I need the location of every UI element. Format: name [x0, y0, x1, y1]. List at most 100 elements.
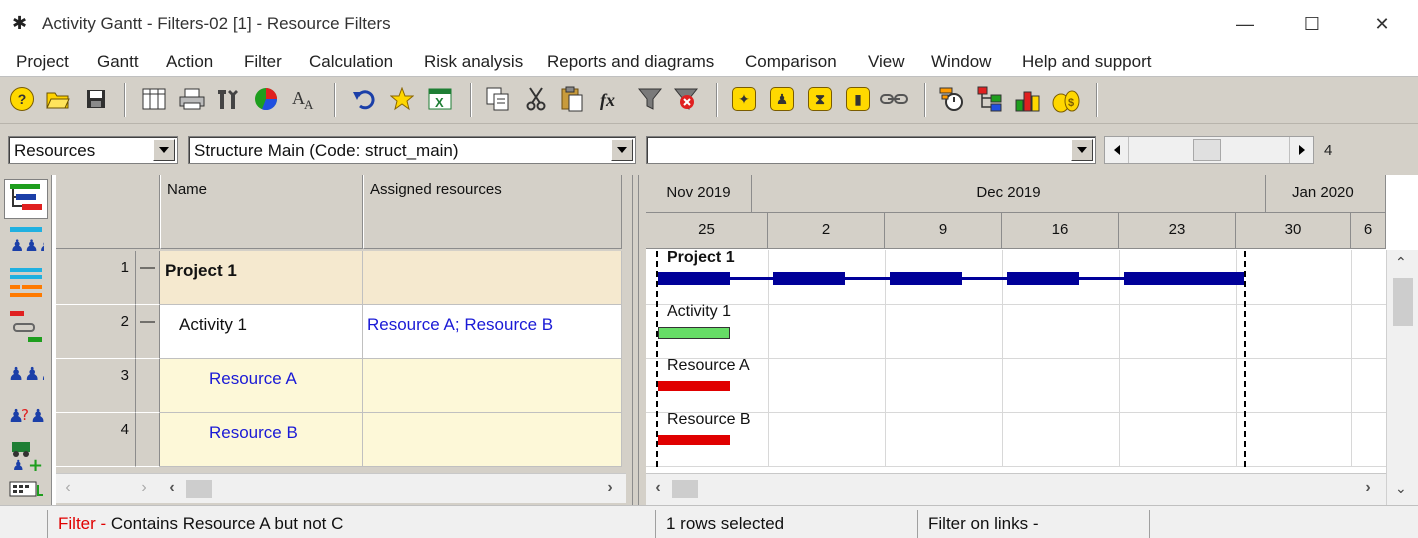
- resource-gantt-icon[interactable]: [4, 263, 48, 303]
- tools-icon[interactable]: [214, 85, 242, 113]
- zoom-right-arrow[interactable]: [1289, 137, 1313, 163]
- row-number[interactable]: 2: [56, 305, 136, 359]
- save-icon[interactable]: [82, 85, 110, 113]
- hierarchy-icon[interactable]: [976, 85, 1004, 113]
- view-select[interactable]: Resources: [8, 136, 178, 164]
- formula-icon[interactable]: fx: [596, 85, 624, 113]
- menu-filter[interactable]: Filter: [244, 52, 282, 72]
- scroll-right-arrow-icon[interactable]: ›: [134, 479, 154, 497]
- gantt-bar-label: Activity 1: [667, 303, 732, 320]
- vertical-scrollbar[interactable]: ⌃ ⌄: [1386, 250, 1418, 505]
- chevron-down-icon[interactable]: [153, 139, 175, 161]
- link-view-icon[interactable]: [4, 307, 48, 347]
- resource-bar[interactable]: [658, 381, 730, 391]
- scroll-right-arrow-icon[interactable]: ›: [600, 479, 620, 497]
- collapse-toggle[interactable]: —: [136, 305, 160, 359]
- font-icon[interactable]: AA: [290, 85, 318, 113]
- filter-select[interactable]: [646, 136, 1096, 164]
- table-row-name[interactable]: Activity 1: [160, 305, 363, 359]
- collapse-toggle[interactable]: —: [136, 251, 160, 305]
- table-row-resources[interactable]: Resource A; Resource B: [363, 305, 622, 359]
- grid-hscroll-thumb[interactable]: [186, 480, 212, 498]
- activity-bar[interactable]: [658, 327, 730, 339]
- help-icon[interactable]: ?: [8, 85, 36, 113]
- pie-chart-icon[interactable]: [252, 85, 280, 113]
- gantt-view-icon[interactable]: [4, 179, 48, 219]
- row-number[interactable]: 1: [56, 251, 136, 305]
- grid-hscrollbar[interactable]: ‹ ›: [160, 473, 626, 503]
- pane-splitter[interactable]: [626, 175, 646, 505]
- scroll-left-arrow-icon[interactable]: ‹: [162, 479, 182, 497]
- timer-icon[interactable]: [938, 85, 966, 113]
- chevron-down-icon[interactable]: [1071, 139, 1093, 161]
- copy-icon[interactable]: [484, 85, 512, 113]
- menu-view[interactable]: View: [868, 52, 905, 72]
- menu-risk-analysis[interactable]: Risk analysis: [424, 52, 523, 72]
- project-bar-segment[interactable]: [890, 272, 962, 285]
- zoom-slider[interactable]: [1104, 136, 1314, 164]
- excel-icon[interactable]: X: [426, 85, 454, 113]
- undo-icon[interactable]: [350, 85, 378, 113]
- project-bar-segment[interactable]: [1124, 272, 1244, 285]
- print-icon[interactable]: [178, 85, 206, 113]
- zoom-left-arrow[interactable]: [1105, 137, 1129, 163]
- gantt-hscroll-thumb[interactable]: [672, 480, 698, 498]
- gantt-hscrollbar[interactable]: ‹ ›: [646, 473, 1386, 505]
- resource-team-icon[interactable]: ♟♟♟: [4, 221, 48, 261]
- scroll-up-arrow-icon[interactable]: ⌃: [1395, 254, 1407, 271]
- table-row-name[interactable]: Project 1: [160, 251, 363, 305]
- chevron-down-icon[interactable]: [611, 139, 633, 161]
- menu-window[interactable]: Window: [931, 52, 991, 72]
- unassigned-resource-icon[interactable]: ♟? ♟: [4, 393, 48, 433]
- column-header-name[interactable]: Name: [160, 175, 363, 249]
- row-number[interactable]: 4: [56, 413, 136, 467]
- filter-icon[interactable]: [636, 85, 664, 113]
- project-bar-segment[interactable]: [773, 272, 845, 285]
- project-bar-segment[interactable]: [1007, 272, 1079, 285]
- walking-person-icon[interactable]: ✦: [730, 85, 758, 113]
- resource-bar[interactable]: [658, 435, 730, 445]
- columns-icon[interactable]: [140, 85, 168, 113]
- minimize-button[interactable]: —: [1230, 10, 1260, 38]
- menu-comparison[interactable]: Comparison: [745, 52, 837, 72]
- close-button[interactable]: ✕: [1367, 10, 1397, 38]
- clear-filter-icon[interactable]: [672, 85, 700, 113]
- table-row-resources[interactable]: [363, 251, 622, 305]
- menu-project[interactable]: Project: [16, 52, 69, 72]
- resources-view-icon[interactable]: ♟♟♟: [4, 351, 48, 391]
- table-row-resources[interactable]: [363, 413, 622, 467]
- table-row-resources[interactable]: [363, 359, 622, 413]
- scroll-left-arrow-icon[interactable]: ‹: [58, 479, 78, 497]
- week-header: 2: [768, 213, 885, 249]
- rownum-hscrollbar[interactable]: ‹ ›: [56, 473, 160, 503]
- menu-calculation[interactable]: Calculation: [309, 52, 393, 72]
- scroll-right-arrow-icon[interactable]: ›: [1358, 479, 1378, 497]
- link-icon[interactable]: [880, 85, 908, 113]
- menu-gantt[interactable]: Gantt: [97, 52, 139, 72]
- maximize-button[interactable]: ☐: [1297, 10, 1327, 38]
- paste-icon[interactable]: [558, 85, 586, 113]
- vertical-scroll-thumb[interactable]: [1393, 278, 1413, 326]
- row-number[interactable]: 3: [56, 359, 136, 413]
- calendar-view-icon[interactable]: [4, 477, 48, 501]
- menu-reports-and-diagrams[interactable]: Reports and diagrams: [547, 52, 714, 72]
- hourglass-icon[interactable]: ⧗: [806, 85, 834, 113]
- zoom-slider-thumb[interactable]: [1193, 139, 1221, 161]
- table-row-name[interactable]: Resource B: [160, 413, 363, 467]
- menu-help-and-support[interactable]: Help and support: [1022, 52, 1151, 72]
- money-bags-icon[interactable]: $: [1052, 85, 1080, 113]
- project-bar-segment[interactable]: [658, 272, 730, 285]
- person-icon[interactable]: ♟: [768, 85, 796, 113]
- menu-action[interactable]: Action: [166, 52, 213, 72]
- scroll-down-arrow-icon[interactable]: ⌄: [1395, 480, 1407, 497]
- equipment-icon[interactable]: ♟ +: [4, 435, 48, 475]
- column-header-assigned-resources[interactable]: Assigned resources: [363, 175, 622, 249]
- open-folder-icon[interactable]: [44, 85, 72, 113]
- table-row-name[interactable]: Resource A: [160, 359, 363, 413]
- scroll-left-arrow-icon[interactable]: ‹: [648, 479, 668, 497]
- cut-icon[interactable]: [522, 85, 550, 113]
- favorite-star-icon[interactable]: [388, 85, 416, 113]
- chart-bars-icon[interactable]: [1014, 85, 1042, 113]
- bolt-icon[interactable]: ▮: [844, 85, 872, 113]
- structure-select[interactable]: Structure Main (Code: struct_main): [188, 136, 636, 164]
